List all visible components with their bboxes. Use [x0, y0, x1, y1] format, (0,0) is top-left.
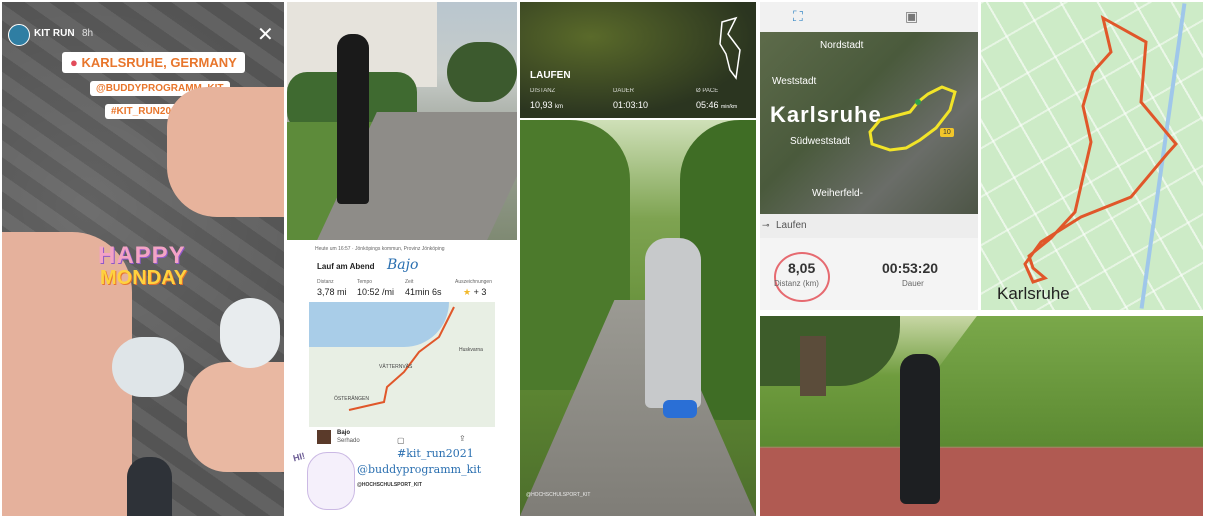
- story-photo-tile: KIT RUN 8h ✕ ● KARLSRUHE, GERMANY @BUDDY…: [2, 2, 284, 516]
- shoe-bottom: [127, 457, 172, 516]
- greeting-line1[interactable]: HAPPY: [98, 242, 186, 270]
- runner-man: [900, 354, 940, 504]
- map-label-vatternvas: VÄTTERNVÄS: [379, 364, 413, 370]
- activity-type: Laufen: [776, 220, 807, 231]
- stat-col2-value: 10:52 /mi: [357, 287, 395, 297]
- activity-title[interactable]: Lauf am Abend: [317, 262, 374, 271]
- share-icon[interactable]: ⇪: [459, 434, 466, 443]
- story-time: 8h: [82, 28, 94, 39]
- trail-watermark: @HOCHSCHULSPORT_KIT: [526, 492, 591, 498]
- distance-value: 10,93 km: [530, 100, 564, 110]
- orange-route: [1023, 15, 1178, 284]
- app-duration-label: Dauer: [902, 279, 924, 288]
- shoe-left: [112, 337, 184, 397]
- mini-route-map: [716, 14, 746, 84]
- run-title: LAUFEN: [530, 70, 571, 81]
- map-pin-icon[interactable]: ⛶: [793, 8, 803, 25]
- bunny-text: HI!: [291, 450, 307, 464]
- trees: [447, 42, 517, 102]
- karlsruhe-app-tile: ⛶ ▣ Nordstadt Weststadt Karlsruhe Südwes…: [760, 2, 978, 310]
- map-label-huskvarna: Huskvarna: [459, 347, 483, 353]
- stat-col1-label: Distanz: [317, 279, 334, 285]
- trophy-icon: ★: [463, 287, 472, 297]
- pace-label: Ø PACE: [696, 88, 719, 94]
- stat-col1-value: 3,78 mi: [317, 287, 347, 297]
- photo-icon[interactable]: ▣: [905, 8, 918, 25]
- strava-header: Heute um 16:57 · Jönköpings kommun, Prov…: [315, 246, 445, 252]
- app-distance-label: Distanz (km): [774, 279, 819, 288]
- photo-trail-jogger: @HOCHSCHULSPORT_KIT: [520, 120, 756, 516]
- runner-shoes: [663, 400, 697, 418]
- running-track: [760, 448, 1203, 516]
- greeting-line2[interactable]: MONDAY: [100, 267, 187, 290]
- story-account-name[interactable]: KIT RUN: [34, 28, 75, 39]
- hand-thumb-down: [167, 87, 284, 217]
- album-art: [317, 430, 331, 444]
- route-start-marker: [915, 99, 921, 105]
- tag-hochschulsport[interactable]: @HOCHSCHULSPORT_KIT: [357, 482, 422, 488]
- tree-left: [760, 316, 900, 386]
- stat-col4-value: ★ + 3: [463, 287, 487, 297]
- pace-value: 05:46 min/km: [696, 100, 738, 110]
- tag-mention[interactable]: @buddyprogramm_kit: [357, 463, 481, 476]
- duration-value: 01:03:10: [613, 100, 649, 110]
- running-shoe-icon: ⊸: [762, 220, 770, 230]
- song-title: Bajo: [337, 430, 351, 436]
- handwriting-note: Bajo: [387, 257, 419, 273]
- karlsruhe-satellite-map[interactable]: Nordstadt Weststadt Karlsruhe Südweststa…: [760, 32, 978, 214]
- strava-map[interactable]: Huskvarna VÄTTERNVÄS ÖSTERÄNGEN: [309, 302, 495, 427]
- photo-jogger-sidewalk: [287, 2, 517, 240]
- yellow-route: [868, 85, 957, 152]
- location-pin-icon: ●: [70, 55, 78, 70]
- mini-route-shape: [719, 16, 741, 80]
- runner-woman: [337, 34, 369, 204]
- app-duration-value: 00:53:20: [882, 260, 939, 276]
- map-label-osterangen: ÖSTERÄNGEN: [334, 396, 370, 402]
- close-icon[interactable]: ✕: [257, 22, 274, 47]
- song-artist: Serhado: [337, 438, 360, 444]
- shoe-right: [220, 298, 280, 368]
- duration-label: DAUER: [613, 88, 635, 94]
- karlsruhe-route-map-tile[interactable]: Karlsruhe: [981, 2, 1203, 310]
- comment-icon[interactable]: ▢: [397, 436, 405, 445]
- stat-col2-label: Tempo: [357, 279, 373, 285]
- stat-col4-label: Auszeichnungen: [455, 279, 492, 285]
- app-distance-value: 8,05: [788, 260, 816, 276]
- distance-label: DISTANZ: [530, 88, 556, 94]
- photo-track-runner: [760, 316, 1203, 516]
- km-marker: 10: [940, 128, 954, 137]
- stat-col3-value: 41min 6s: [405, 287, 442, 297]
- tag-hashtag[interactable]: #kit_run2021: [397, 447, 474, 460]
- story-avatar[interactable]: [8, 24, 30, 46]
- strava-screenshot-tile: Heute um 16:57 · Jönköpings kommun, Prov…: [287, 242, 517, 516]
- arm-right: [187, 362, 284, 472]
- run-summary-tile: LAUFEN DISTANZ 10,93 km DAUER 01:03:10 Ø…: [520, 2, 756, 118]
- stat-col3-label: Zeit: [405, 279, 414, 285]
- runner-hoodie: [645, 238, 701, 408]
- tree-trunk: [800, 336, 826, 396]
- bunny-sticker: [307, 452, 355, 510]
- map-city-label: Karlsruhe: [997, 284, 1070, 303]
- location-sticker[interactable]: ● KARLSRUHE, GERMANY: [62, 52, 245, 73]
